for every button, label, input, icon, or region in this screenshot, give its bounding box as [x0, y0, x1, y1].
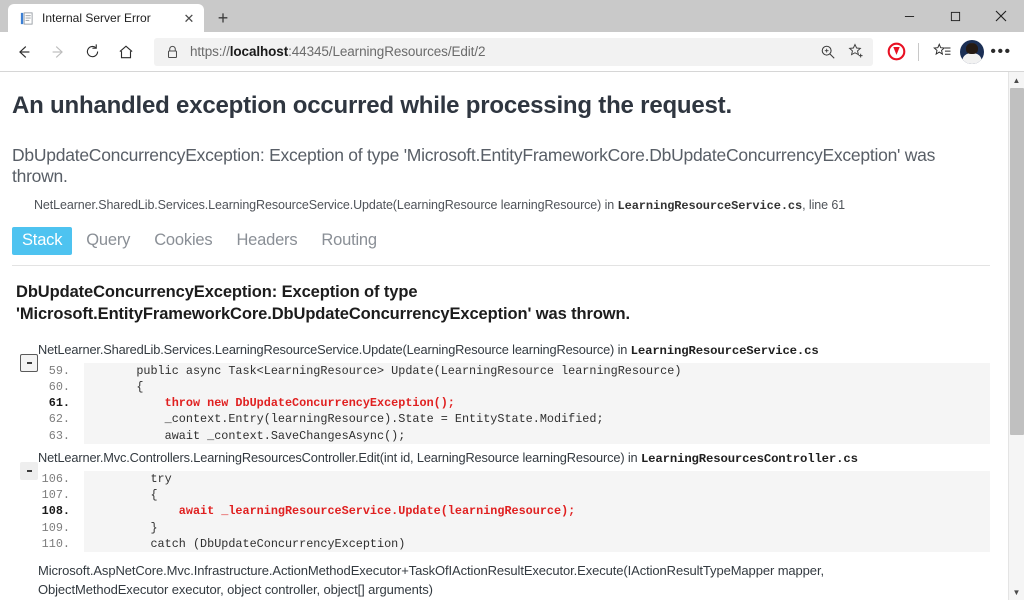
- exception-message: DbUpdateConcurrencyException: Exception …: [12, 145, 936, 186]
- exception-location: NetLearner.SharedLib.Services.LearningRe…: [34, 198, 990, 213]
- code-line: 109. }: [12, 519, 990, 536]
- document-favicon: [18, 10, 34, 26]
- location-suffix: , line 61: [802, 198, 846, 212]
- line-source: _context.Entry(learningResource).State =…: [108, 412, 604, 427]
- code-line: 107. {: [12, 487, 990, 504]
- code-line-highlighted: 61. throw new DbUpdateConcurrencyExcepti…: [12, 395, 990, 412]
- forward-icon: [42, 36, 74, 68]
- minus-icon: [26, 469, 32, 472]
- code-line: 59. public async Task<LearningResource> …: [12, 362, 990, 379]
- line-source: {: [108, 379, 144, 394]
- tab-title: Internal Server Error: [42, 11, 151, 25]
- omnibox-actions: [815, 40, 869, 64]
- code-line: 60. {: [12, 378, 990, 396]
- line-source: public async Task<LearningResource> Upda…: [108, 363, 682, 378]
- window-controls: [886, 0, 1024, 32]
- code-line: 62. _context.Entry(learningResource).Sta…: [12, 411, 990, 428]
- code-snippet: 106. try 107. { 108. await _learningReso…: [12, 470, 990, 553]
- browser-window: Internal Server Error ✕ + https://localh…: [0, 0, 1024, 600]
- url-text: https://localhost:44345/LearningResource…: [190, 44, 805, 59]
- frame-file: LearningResourceService.cs: [630, 343, 819, 358]
- stack-frame: NetLearner.Mvc.Controllers.LearningResou…: [12, 448, 990, 553]
- scrollbar-track[interactable]: [1009, 88, 1024, 584]
- line-source: catch (DbUpdateConcurrencyException): [108, 536, 406, 551]
- line-source: await _learningResourceService.Update(le…: [108, 504, 576, 519]
- browser-titlebar: Internal Server Error ✕ +: [0, 0, 1024, 32]
- error-page: An unhandled exception occurred while pr…: [0, 72, 1008, 600]
- stack-frame-list: NetLearner.SharedLib.Services.LearningRe…: [12, 340, 990, 600]
- collapse-toggle-button[interactable]: [20, 461, 38, 480]
- frame-method: NetLearner.Mvc.Controllers.LearningResou…: [38, 449, 641, 465]
- refresh-icon[interactable]: [76, 36, 108, 68]
- profile-avatar[interactable]: [960, 39, 984, 64]
- line-number: 61.: [12, 395, 84, 412]
- line-source: await _context.SaveChangesAsync();: [108, 428, 406, 443]
- code-line-highlighted: 108. await _learningResourceService.Upda…: [12, 503, 990, 520]
- url-host: localhost: [229, 44, 289, 59]
- code-snippet: 59. public async Task<LearningResource> …: [12, 362, 990, 444]
- zoom-magnifier-icon[interactable]: [815, 40, 841, 64]
- frame-file: LearningResourcesController.cs: [640, 451, 858, 466]
- close-tab-icon[interactable]: ✕: [180, 9, 198, 27]
- line-source: throw new DbUpdateConcurrencyException()…: [108, 396, 455, 411]
- toolbar-divider: [918, 42, 919, 61]
- stack-frame-header: NetLearner.Mvc.Controllers.LearningResou…: [12, 448, 990, 468]
- stack-frame-header: NetLearner.SharedLib.Services.LearningRe…: [12, 340, 990, 360]
- maximize-icon[interactable]: [932, 0, 978, 32]
- exception-heading: DbUpdateConcurrencyException: Exception …: [16, 283, 630, 323]
- line-number: 110.: [12, 535, 84, 553]
- page-viewport: An unhandled exception occurred while pr…: [0, 72, 1024, 600]
- location-prefix: NetLearner.SharedLib.Services.LearningRe…: [34, 198, 618, 212]
- padlock-icon: [166, 45, 180, 59]
- page-title: An unhandled exception occurred while pr…: [12, 92, 732, 119]
- home-icon[interactable]: [110, 36, 142, 68]
- navigation-toolbar: https://localhost:44345/LearningResource…: [0, 32, 1024, 72]
- code-line: 106. try: [12, 470, 990, 488]
- page-scrollbar[interactable]: ▲ ▼: [1008, 72, 1024, 600]
- scroll-up-icon[interactable]: ▲: [1009, 72, 1024, 88]
- address-bar[interactable]: https://localhost:44345/LearningResource…: [154, 37, 873, 66]
- add-favorite-star-icon[interactable]: [843, 40, 869, 64]
- minimize-icon[interactable]: [886, 0, 932, 32]
- tab-routing[interactable]: Routing: [311, 227, 386, 255]
- back-icon[interactable]: [8, 36, 40, 68]
- url-path: :44345/LearningResources/Edit/2: [288, 44, 486, 59]
- line-number: 63.: [12, 427, 84, 444]
- details-tabs: Stack Query Cookies Headers Routing: [12, 227, 990, 266]
- scrollbar-thumb[interactable]: [1009, 88, 1024, 436]
- line-number: 60.: [12, 378, 84, 396]
- extension-shield-icon[interactable]: [881, 36, 911, 68]
- settings-more-icon[interactable]: •••: [986, 36, 1016, 68]
- line-number: 108.: [12, 503, 84, 520]
- stack-frame: NetLearner.SharedLib.Services.LearningRe…: [12, 340, 990, 444]
- collapse-toggle-button[interactable]: [20, 353, 38, 372]
- frame-method: NetLearner.SharedLib.Services.LearningRe…: [38, 341, 631, 357]
- line-number: 109.: [12, 519, 84, 536]
- minus-icon: [26, 361, 32, 364]
- stack-frame-plain: Microsoft.AspNetCore.Mvc.Infrastructure.…: [38, 563, 824, 598]
- tab-stack[interactable]: Stack: [12, 227, 73, 255]
- line-source: }: [108, 520, 158, 535]
- code-line: 63. await _context.SaveChangesAsync();: [12, 427, 990, 444]
- favorites-list-icon[interactable]: [926, 36, 958, 68]
- tab-headers[interactable]: Headers: [226, 227, 307, 255]
- close-window-icon[interactable]: [978, 0, 1024, 32]
- tab-cookies[interactable]: Cookies: [144, 227, 222, 255]
- tab-query[interactable]: Query: [76, 227, 140, 255]
- line-number: 62.: [12, 411, 84, 428]
- tab-strip: Internal Server Error ✕ +: [0, 0, 238, 32]
- line-number: 107.: [12, 487, 84, 504]
- new-tab-button[interactable]: +: [208, 4, 238, 32]
- url-scheme: https://: [190, 44, 230, 59]
- scroll-down-icon[interactable]: ▼: [1009, 584, 1024, 600]
- code-line: 110. catch (DbUpdateConcurrencyException…: [12, 535, 990, 553]
- line-source: try: [108, 471, 172, 486]
- location-file: LearningResourceService.cs: [617, 199, 803, 213]
- browser-tab[interactable]: Internal Server Error ✕: [8, 4, 204, 32]
- line-source: {: [108, 488, 158, 503]
